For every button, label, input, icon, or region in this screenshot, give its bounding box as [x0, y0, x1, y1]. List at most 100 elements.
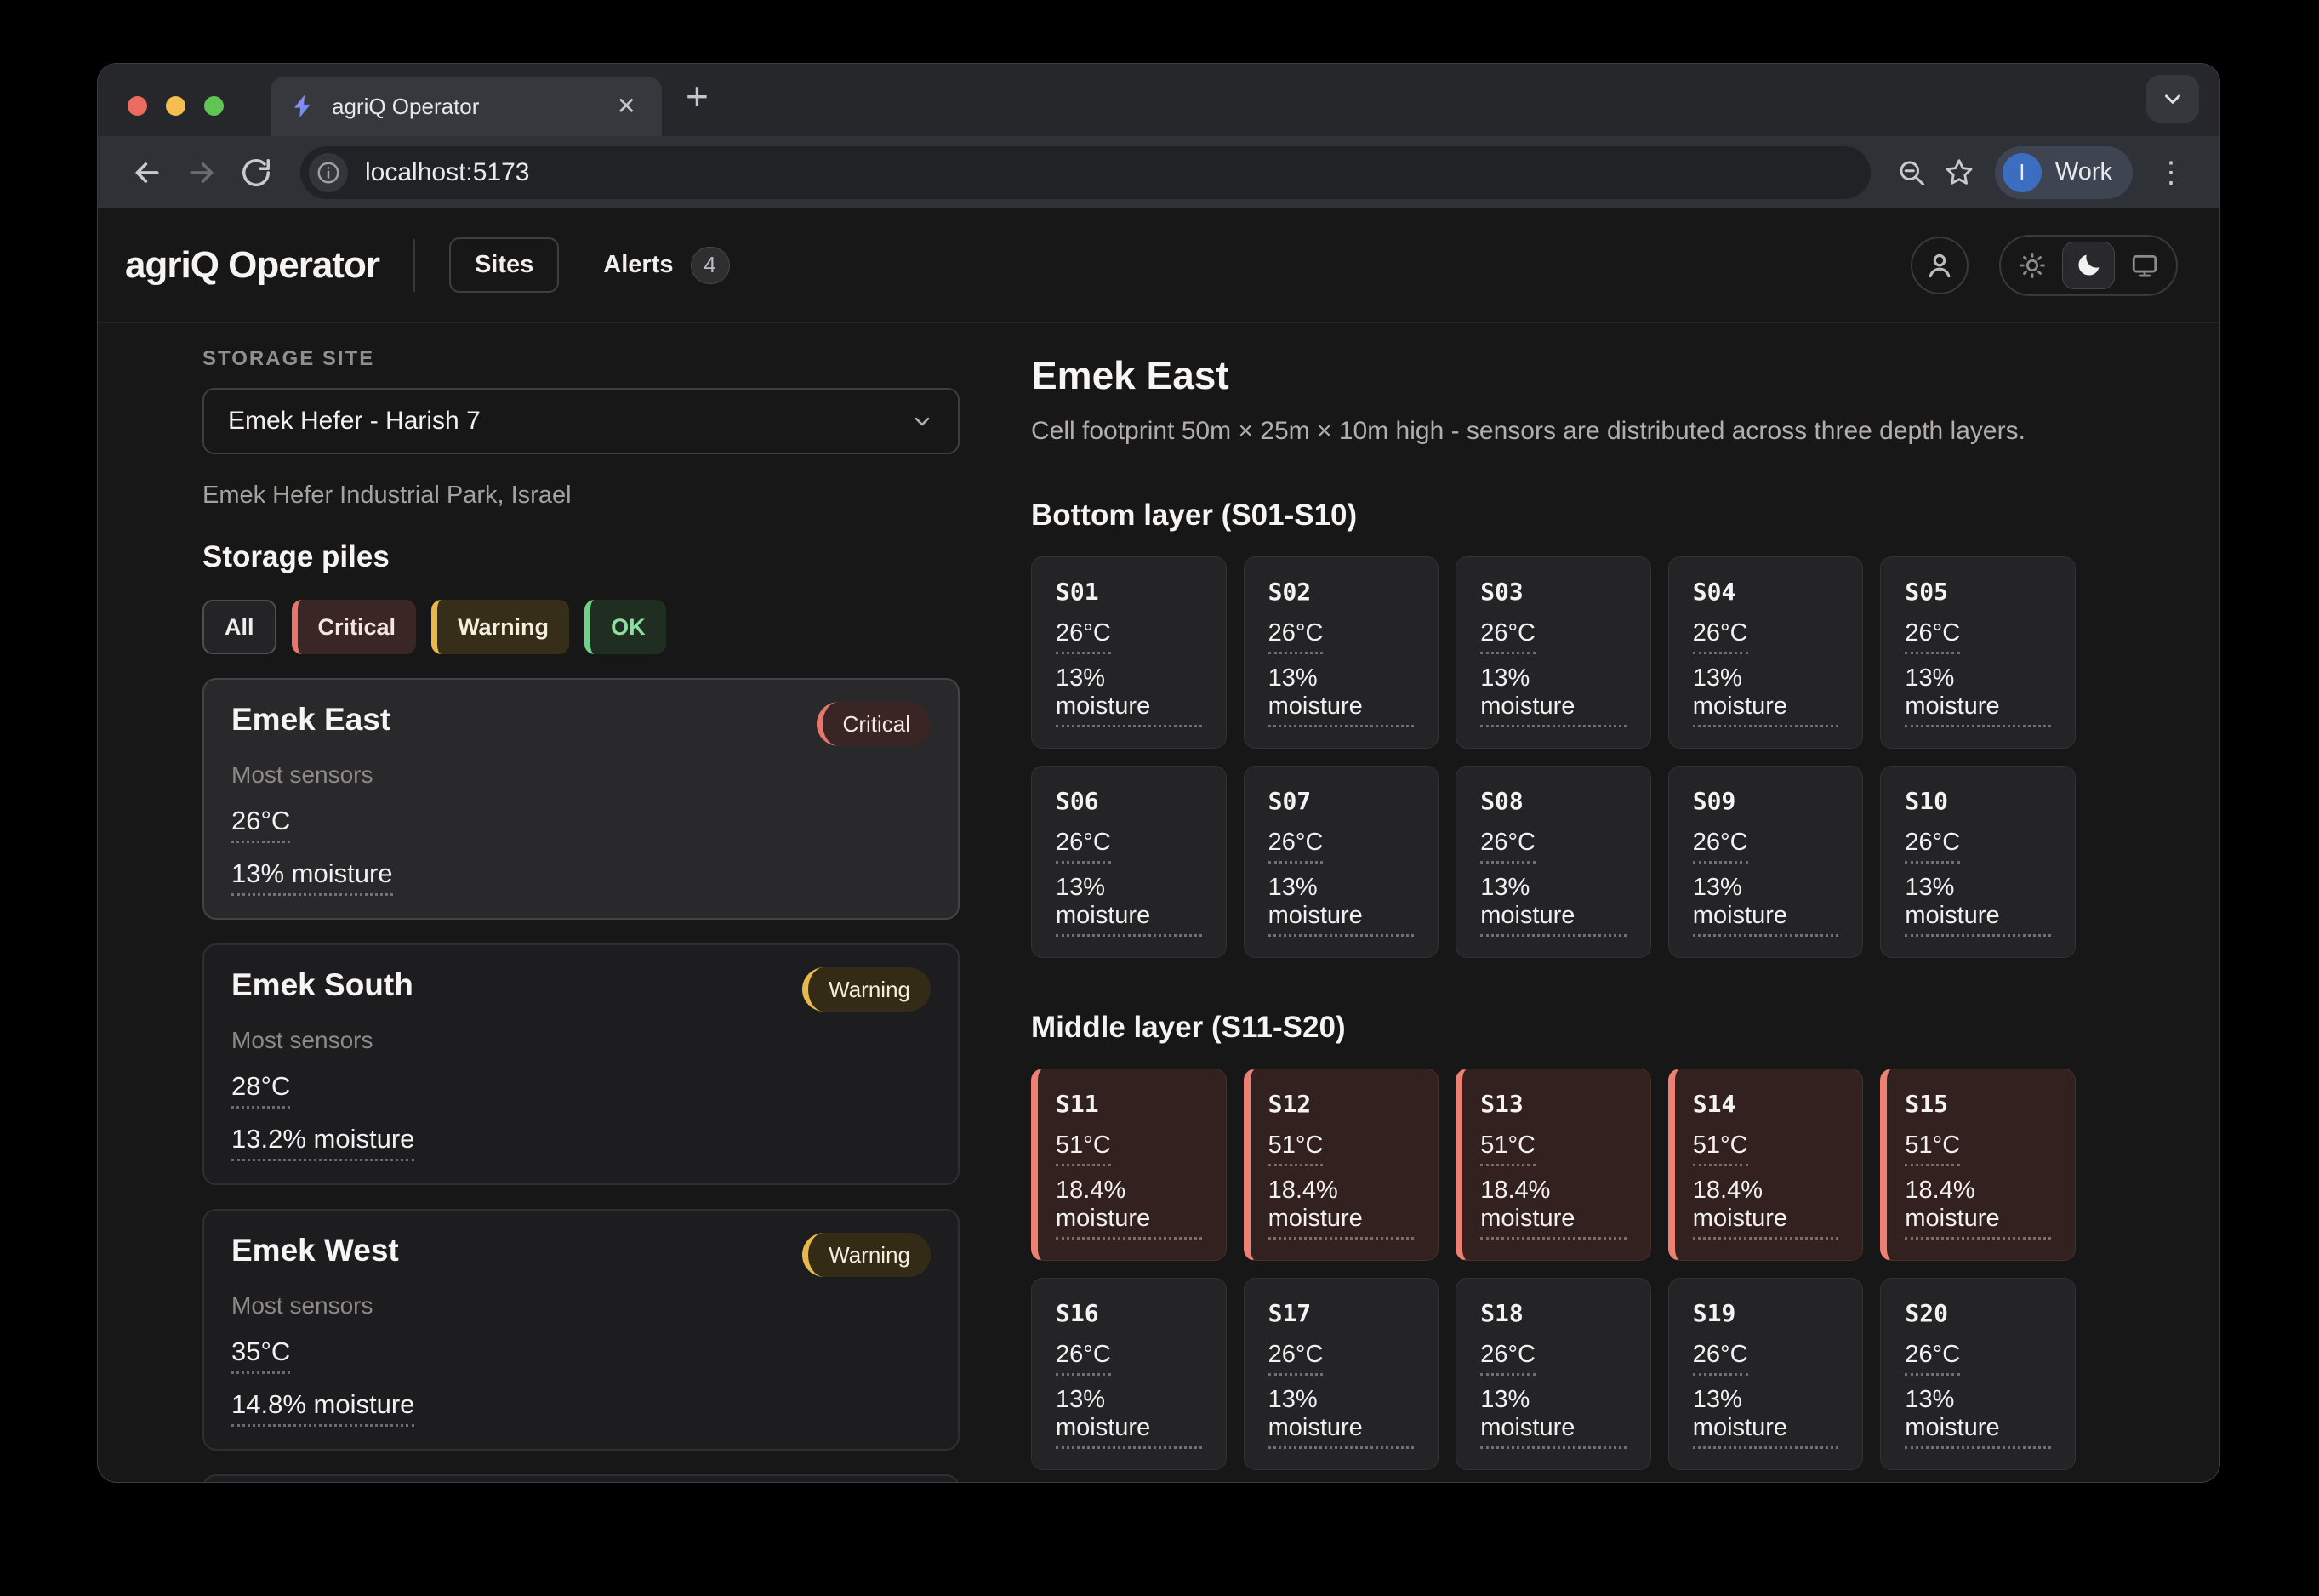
sensor-temperature[interactable]: 26°C [1693, 1341, 1748, 1376]
sensor-moisture[interactable]: 13% moisture [1480, 664, 1627, 727]
nav-sites-button[interactable]: Sites [449, 237, 559, 293]
browser-profile-chip[interactable]: I Work [1995, 146, 2133, 199]
info-icon[interactable] [309, 153, 348, 192]
pile-moisture[interactable]: 13% moisture [231, 858, 393, 896]
sensor-card: S19 26°C 13% moisture [1668, 1278, 1864, 1470]
sensor-moisture[interactable]: 13% moisture [1056, 1386, 1202, 1449]
sensor-moisture[interactable]: 13% moisture [1693, 874, 1839, 937]
zoom-window-button[interactable] [204, 96, 224, 116]
sensor-temperature[interactable]: 26°C [1268, 829, 1324, 864]
site-location: Emek Hefer Industrial Park, Israel [202, 482, 960, 510]
sensor-temperature[interactable]: 51°C [1056, 1131, 1111, 1166]
sensor-temperature[interactable]: 26°C [1268, 619, 1324, 654]
sensor-temperature[interactable]: 26°C [1056, 1341, 1111, 1376]
sensor-temperature[interactable]: 26°C [1480, 619, 1536, 654]
status-badge: Warning [802, 967, 931, 1012]
user-icon[interactable] [1911, 237, 1969, 294]
sensor-moisture[interactable]: 13% moisture [1056, 874, 1202, 937]
chevron-down-icon[interactable] [2146, 75, 2199, 123]
pile-moisture[interactable]: 14.8% moisture [231, 1389, 414, 1427]
sensor-temperature[interactable]: 26°C [1268, 1341, 1324, 1376]
sensor-moisture[interactable]: 13% moisture [1268, 664, 1415, 727]
sensor-card: S20 26°C 13% moisture [1880, 1278, 2076, 1470]
reload-icon[interactable] [229, 145, 283, 200]
sensor-moisture[interactable]: 13% moisture [1056, 664, 1202, 727]
back-icon[interactable] [120, 145, 174, 200]
sensor-moisture[interactable]: 18.4% moisture [1268, 1177, 1415, 1240]
pile-moisture[interactable]: 13.2% moisture [231, 1124, 414, 1161]
forward-icon[interactable] [174, 145, 229, 200]
sensor-moisture[interactable]: 13% moisture [1905, 1386, 2051, 1449]
sensor-temperature[interactable]: 51°C [1480, 1131, 1536, 1166]
sensor-moisture[interactable]: 13% moisture [1268, 874, 1415, 937]
sensor-temperature[interactable]: 26°C [1693, 829, 1748, 864]
piles-heading: Storage piles [202, 540, 960, 574]
site-select[interactable]: Emek Hefer - Harish 7 [202, 388, 960, 454]
sensor-id: S20 [1905, 1299, 2051, 1327]
sensor-temperature[interactable]: 26°C [1056, 619, 1111, 654]
sensor-id: S02 [1268, 578, 1415, 606]
new-tab-button[interactable]: + [686, 73, 709, 119]
sensor-temperature[interactable]: 26°C [1905, 829, 1960, 864]
pile-list: Emek East Critical Most sensors 26°C 13%… [202, 678, 960, 1482]
sensor-temperature[interactable]: 26°C [1056, 829, 1111, 864]
pile-card[interactable]: Emek West Warning Most sensors 35°C 14.8… [202, 1209, 960, 1451]
sensor-moisture[interactable]: 13% moisture [1480, 874, 1627, 937]
app-header: agriQ Operator Sites Alerts 4 [98, 208, 2219, 323]
monitor-icon[interactable] [2118, 242, 2171, 289]
sensor-moisture[interactable]: 18.4% moisture [1480, 1177, 1627, 1240]
layer-sections: Bottom layer (S01-S10) S01 26°C 13% mois… [1031, 499, 2076, 1482]
sensor-temperature[interactable]: 51°C [1693, 1131, 1748, 1166]
filter-chip-label: All [225, 614, 254, 641]
sensor-moisture[interactable]: 13% moisture [1693, 664, 1839, 727]
sensor-id: S15 [1905, 1090, 2051, 1118]
filter-chip-warning[interactable]: Warning [431, 600, 569, 654]
filter-chip-ok[interactable]: OK [584, 600, 666, 654]
minimize-window-button[interactable] [166, 96, 185, 116]
filter-chip-label: Warning [458, 614, 549, 641]
sensor-moisture[interactable]: 18.4% moisture [1056, 1177, 1202, 1240]
sensor-moisture[interactable]: 13% moisture [1480, 1386, 1627, 1449]
more-vertical-icon[interactable]: ⋮ [2145, 156, 2197, 190]
filter-chip-all[interactable]: All [202, 600, 276, 654]
sensor-temperature[interactable]: 51°C [1268, 1131, 1324, 1166]
sun-icon[interactable] [2006, 242, 2059, 289]
url-bar[interactable]: localhost:5173 [300, 146, 1871, 199]
page-content: STORAGE SITE Emek Hefer - Harish 7 Emek … [98, 323, 2219, 1482]
pile-temperature[interactable]: 28°C [231, 1071, 290, 1109]
nav-alerts-button[interactable]: Alerts 4 [603, 247, 729, 284]
sensor-moisture[interactable]: 18.4% moisture [1905, 1177, 2051, 1240]
layer-section: Middle layer (S11-S20) S11 51°C 18.4% mo… [1031, 1011, 2076, 1470]
moon-icon[interactable] [2062, 242, 2115, 289]
sensor-temperature[interactable]: 51°C [1905, 1131, 1960, 1166]
sensor-id: S03 [1480, 578, 1627, 606]
sensor-moisture[interactable]: 13% moisture [1905, 664, 2051, 727]
close-icon[interactable]: ✕ [610, 91, 643, 122]
sensor-temperature[interactable]: 26°C [1693, 619, 1748, 654]
sensor-card: S13 51°C 18.4% moisture [1456, 1069, 1651, 1261]
sensor-moisture[interactable]: 13% moisture [1268, 1386, 1415, 1449]
sensor-temperature[interactable]: 26°C [1905, 619, 1960, 654]
avatar: I [2003, 153, 2042, 192]
tab-title: agriQ Operator [332, 94, 610, 120]
sensor-id: S18 [1480, 1299, 1627, 1327]
pile-card[interactable]: Emek East Critical Most sensors 26°C 13%… [202, 678, 960, 920]
layer-section: Bottom layer (S01-S10) S01 26°C 13% mois… [1031, 499, 2076, 958]
pile-card[interactable]: Emek South Warning Most sensors 28°C 13.… [202, 943, 960, 1185]
sensor-moisture[interactable]: 18.4% moisture [1693, 1177, 1839, 1240]
close-window-button[interactable] [128, 96, 147, 116]
browser-tab[interactable]: agriQ Operator ✕ [271, 77, 662, 136]
sensor-moisture[interactable]: 13% moisture [1905, 874, 2051, 937]
status-badge: Warning [802, 1233, 931, 1277]
pile-temperature[interactable]: 35°C [231, 1337, 290, 1374]
sensor-temperature[interactable]: 26°C [1905, 1341, 1960, 1376]
star-icon[interactable] [1935, 149, 1983, 197]
filter-chip-critical[interactable]: Critical [292, 600, 417, 654]
sensor-temperature[interactable]: 26°C [1480, 1341, 1536, 1376]
pile-temperature[interactable]: 26°C [231, 806, 290, 843]
sensor-moisture[interactable]: 13% moisture [1693, 1386, 1839, 1449]
pile-card[interactable]: Emek North OK Most sensors 21°C 12.5% mo… [202, 1474, 960, 1482]
most-sensors-label: Most sensors [231, 761, 931, 789]
sensor-temperature[interactable]: 26°C [1480, 829, 1536, 864]
zoom-out-icon[interactable] [1888, 149, 1935, 197]
